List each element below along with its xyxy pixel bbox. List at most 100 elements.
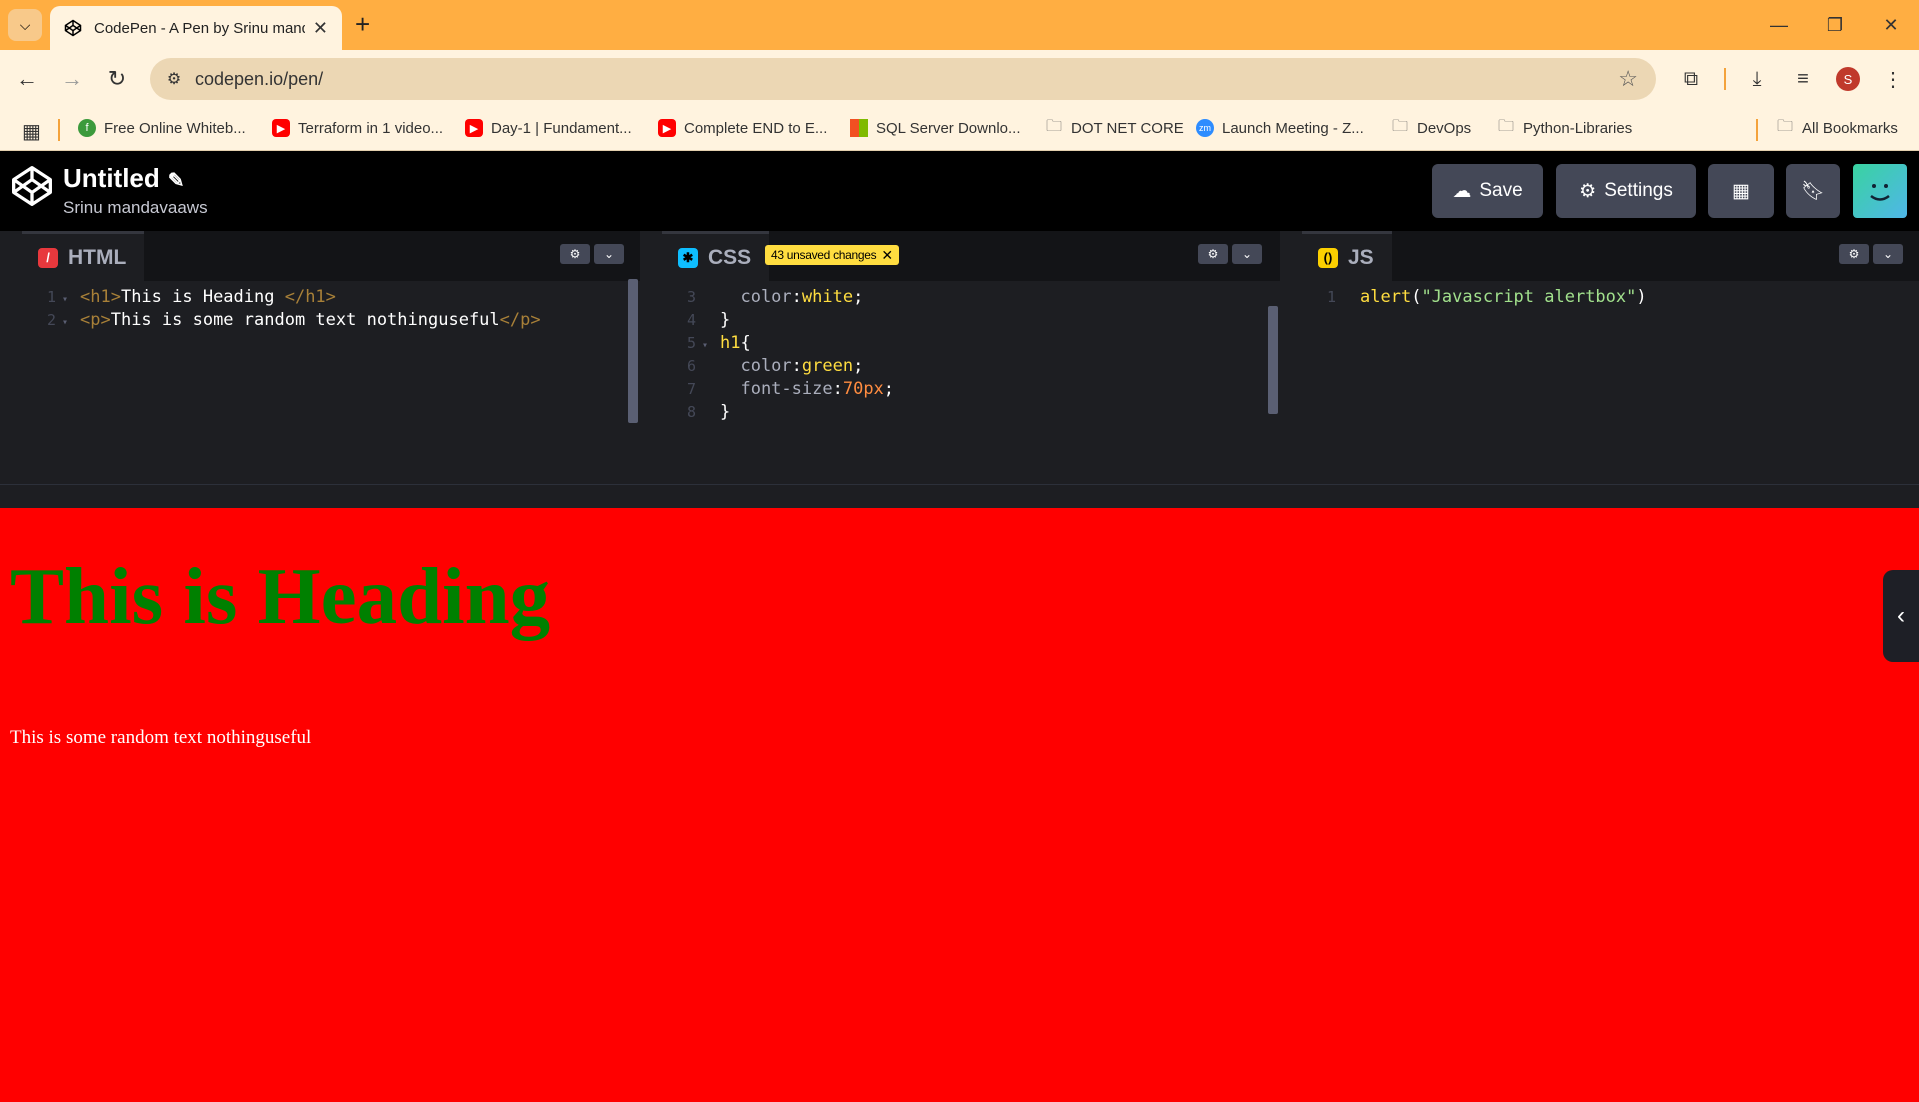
bookmarks-separator [1756,119,1758,141]
code-token: <h1> [80,287,121,307]
css-editor-pane: ✱ CSS 43 unsaved changes ✕ ⚙ ⌄ 3 color:whi… [662,231,1280,484]
js-editor-pane: () JS ⚙ ⌄ 1 alert("Javascript alertbox") [1302,231,1919,484]
tab-js[interactable]: () JS [1302,231,1392,281]
codepen-logo-icon[interactable] [10,164,54,208]
js-settings-button[interactable]: ⚙ [1839,244,1869,264]
close-tab-icon[interactable]: ✕ [313,18,328,39]
html-collapse-button[interactable]: ⌄ [594,244,624,264]
tab-css[interactable]: ✱ CSS [662,231,770,281]
preview-heading: This is Heading [10,551,551,641]
pencil-edit-icon[interactable]: ✎ [168,170,185,192]
address-bar[interactable]: ⚙ codepen.io/pen/ ☆ [150,58,1656,100]
site-info-icon[interactable]: ⚙ [162,67,186,91]
code-token: color [720,356,792,376]
close-icon[interactable]: ✕ [881,247,893,264]
bookmarks-separator [58,119,60,141]
code-line: 8} [662,398,730,426]
line-number: 2 [46,311,56,329]
youtube-icon: ▶ [272,119,290,137]
window-controls: — ❐ ✕ [1751,0,1919,50]
js-pane-header: () JS ⚙ ⌄ [1302,231,1919,281]
pen-author[interactable]: Srinu mandavaaws [63,198,208,218]
css-settings-button[interactable]: ⚙ [1198,244,1228,264]
preview-paragraph: This is some random text nothinguseful [10,727,312,748]
html-settings-button[interactable]: ⚙ [560,244,590,264]
folder-icon: 🗀 [1776,117,1793,135]
code-token: font-size [720,379,833,399]
html-scrollbar[interactable] [628,279,638,423]
bookmarks-bar: ▦ f Free Online Whiteb... ▶ Terraform in 1… [0,109,1919,151]
smiley-icon [1870,184,1890,201]
zoom-icon: zm [1196,119,1214,137]
layout-button[interactable]: ▦ [1708,164,1774,218]
code-token: ; [853,356,864,376]
user-avatar[interactable] [1853,164,1907,218]
html-editor-pane: / HTML ⚙ ⌄ 1 ▾ <h1>This is Heading </h1> 2 ▾ <… [22,231,640,484]
js-lang-icon: () [1318,247,1338,268]
extensions-icon[interactable]: ⧉ [1674,62,1708,96]
gear-icon: ⚙ [1579,180,1597,202]
download-icon[interactable]: ⤓ [1740,62,1774,96]
restore-icon[interactable]: ❐ [1807,0,1863,50]
bookmark-item[interactable]: ▶ Day-1 | Fundament... [465,119,632,137]
bookmark-item[interactable]: ▶ Terraform in 1 video... [272,119,443,137]
new-tab-button[interactable]: + [355,10,370,38]
apps-grid-icon[interactable]: ▦ [22,119,41,144]
code-token: } [720,402,731,422]
bookmark-item[interactable]: zm Launch Meeting - Z... [1196,119,1364,137]
code-token: ; [853,287,864,307]
code-line: 2 ▾ <p>This is some random text nothinguse… [22,306,541,334]
forward-button[interactable]: → [55,62,89,96]
code-token: ( [1411,287,1422,307]
menu-kebab-icon[interactable]: ⋮ [1876,62,1910,96]
codepen-header: Untitled ✎ Srinu mandavaaws ☁ Save ⚙ Settin… [0,151,1919,231]
code-token: : [832,379,843,399]
bookmark-folder[interactable]: 🗀 DevOps [1391,117,1471,137]
editor-resize-bar[interactable] [0,484,1919,508]
back-button[interactable]: ← [10,62,44,96]
code-token: This is Heading [120,287,285,307]
code-line: 1 alert("Javascript alertbox") [1302,283,1647,311]
css-collapse-button[interactable]: ⌄ [1232,244,1262,264]
code-token: This is some random text nothinguseful [110,310,500,330]
settings-button[interactable]: ⚙ Settings [1556,164,1696,218]
bookmark-folder[interactable]: 🗀 Python-Libraries [1497,117,1632,137]
css-pane-header: ✱ CSS 43 unsaved changes ✕ ⚙ ⌄ [662,231,1280,281]
editor-area: / HTML ⚙ ⌄ 1 ▾ <h1>This is Heading </h1> 2 ▾ <… [0,231,1919,484]
bookmark-item[interactable]: f Free Online Whiteb... [78,119,246,137]
pen-title[interactable]: Untitled ✎ [63,163,185,194]
code-token: : [791,287,802,307]
bookmark-folder[interactable]: 🗀 DOT NET CORE [1045,117,1184,137]
folder-icon: 🗀 [1045,117,1062,135]
css-scrollbar[interactable] [1268,306,1278,414]
code-token: <p> [80,310,111,330]
minimize-icon[interactable]: — [1751,0,1807,50]
browser-tab-active[interactable]: CodePen - A Pen by Srinu mandavaaws ✕ [50,6,342,50]
code-token: } [720,310,731,330]
folder-icon: 🗀 [1497,117,1514,135]
save-button[interactable]: ☁ Save [1432,164,1543,218]
url-text: codepen.io/pen/ [195,68,324,89]
bookmark-star-icon[interactable]: ☆ [1618,66,1638,92]
code-token: alert [1360,287,1412,307]
reload-button[interactable]: ↻ [100,62,134,96]
media-control-icon[interactable]: ≡ [1786,62,1820,96]
unsaved-changes-badge[interactable]: 43 unsaved changes ✕ [765,245,899,265]
toolbar-separator [1724,68,1726,90]
microsoft-icon [850,119,868,137]
bookmark-icon: 🔖︎ [1800,181,1826,202]
tab-search-button[interactable]: ⌵ [8,9,42,41]
browser-toolbar: ← → ↻ ⚙ codepen.io/pen/ ☆ ⧉ ⤓ ≡ S ⋮ [0,50,1919,109]
console-toggle-button[interactable]: ‹ [1883,570,1919,662]
bookmark-item[interactable]: SQL Server Downlo... [850,119,1021,137]
folder-icon: 🗀 [1391,117,1408,135]
close-window-icon[interactable]: ✕ [1863,0,1919,50]
js-collapse-button[interactable]: ⌄ [1873,244,1903,264]
profile-avatar[interactable]: S [1836,67,1860,91]
code-token: h1 [720,333,741,353]
bookmark-item[interactable]: ▶ Complete END to E... [658,119,827,137]
chevron-down-icon: ⌵ [19,16,31,33]
all-bookmarks-folder[interactable]: 🗀 All Bookmarks [1776,117,1898,137]
tab-html[interactable]: / HTML [22,231,145,281]
bookmark-pen-button[interactable]: 🔖︎ [1786,164,1840,218]
